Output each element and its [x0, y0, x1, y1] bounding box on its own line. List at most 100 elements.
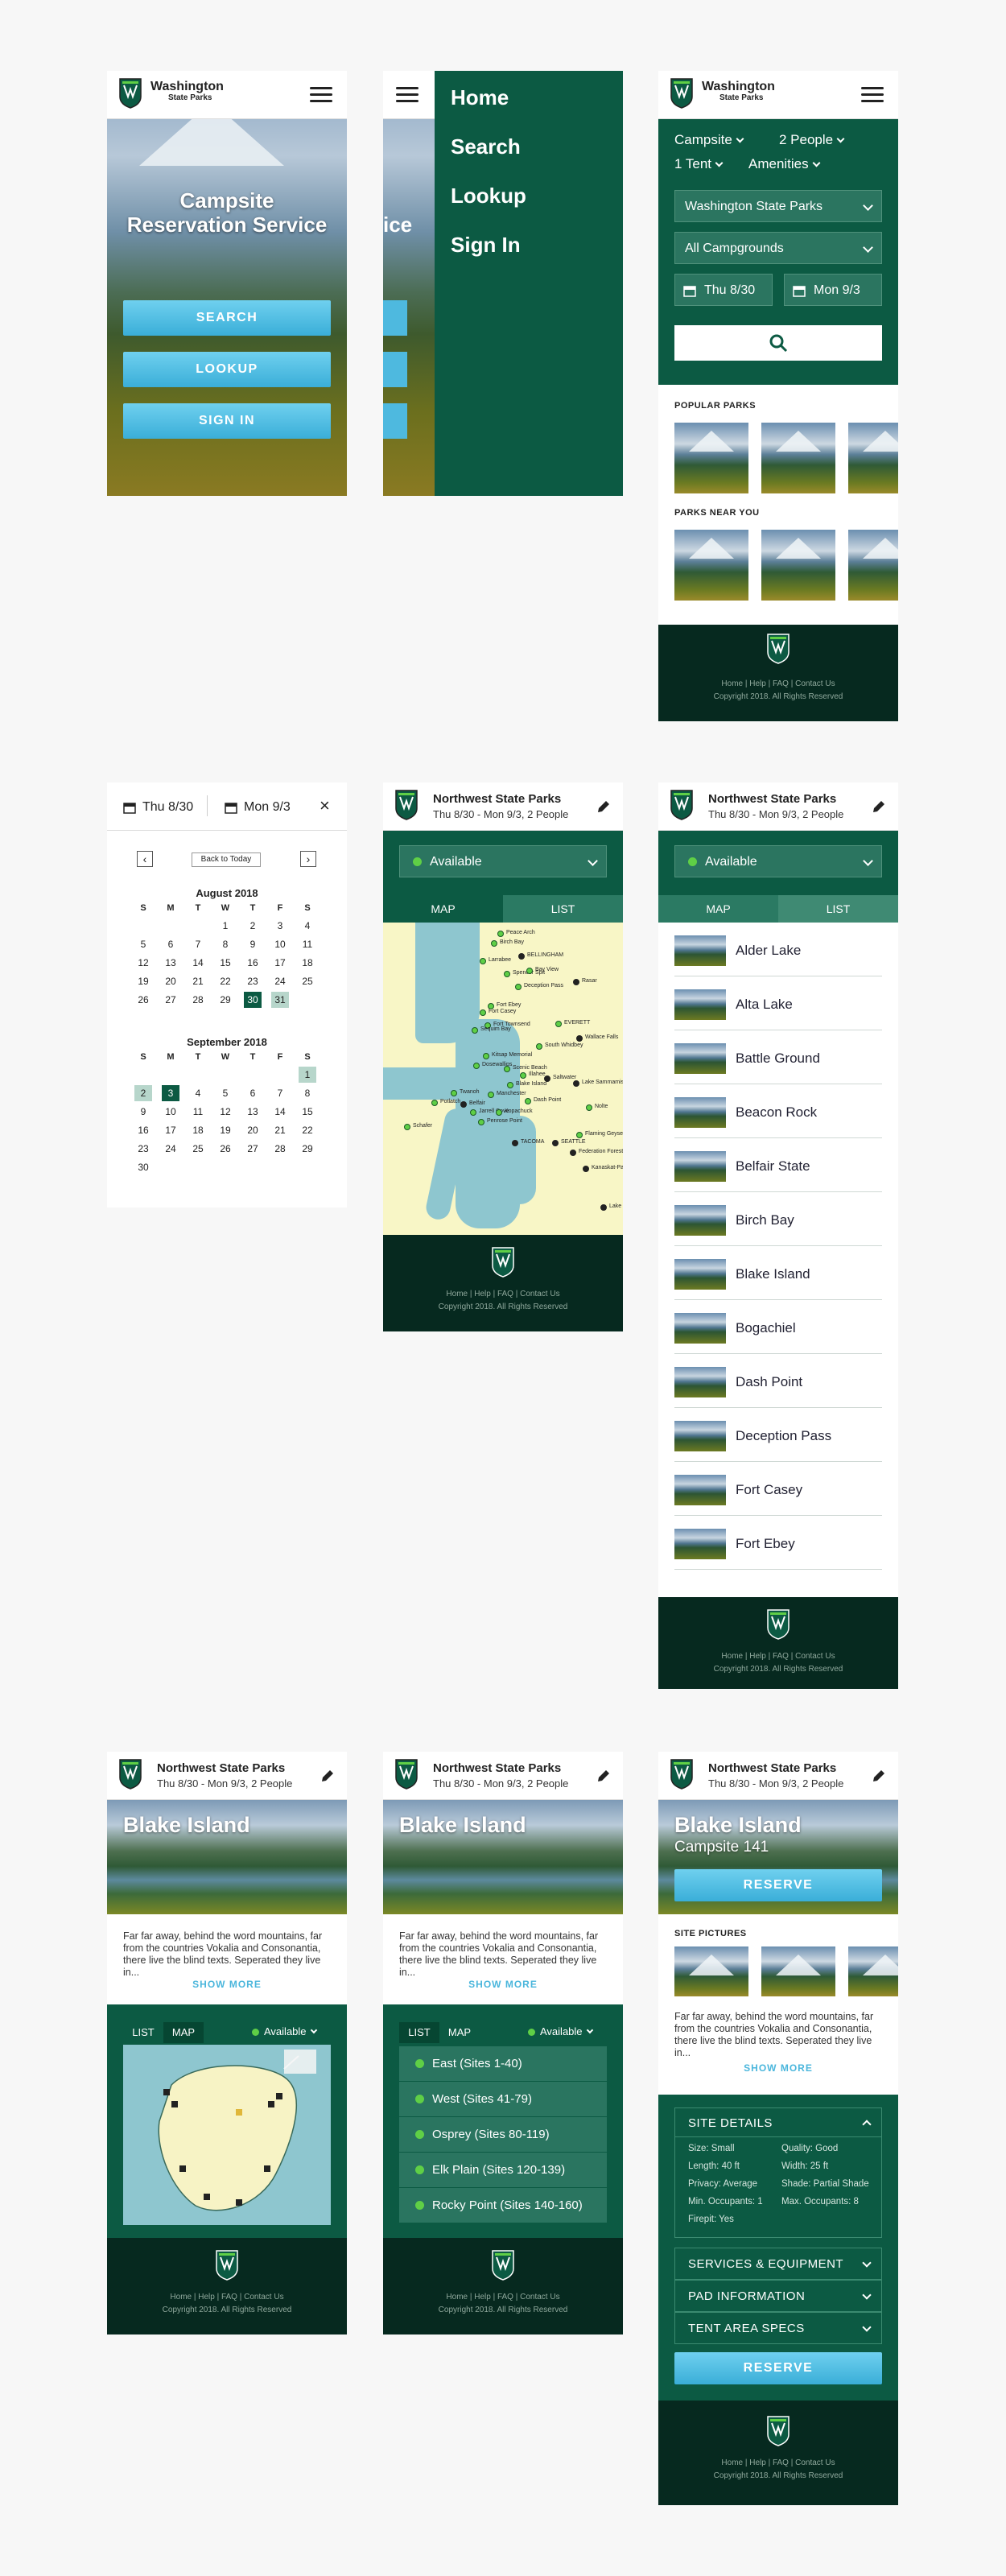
park-thumbnail[interactable]: [761, 423, 835, 493]
park-list-item[interactable]: Birch Bay: [674, 1192, 882, 1246]
campsite-marker[interactable]: [204, 2194, 210, 2200]
calendar-day[interactable]: 7: [271, 1085, 289, 1101]
calendar-day[interactable]: 29: [299, 1141, 316, 1157]
calendar-day[interactable]: 31: [271, 992, 289, 1008]
calendar-day[interactable]: 3: [271, 918, 289, 934]
calendar-day[interactable]: 29: [216, 992, 234, 1008]
map-marker[interactable]: [504, 1066, 510, 1072]
footer-links[interactable]: Home | Help | FAQ | Contact Us: [107, 2293, 347, 2301]
campground-area-item[interactable]: Rocky Point (Sites 140-160): [399, 2188, 607, 2223]
campground-area-item[interactable]: West (Sites 41-79): [399, 2082, 607, 2117]
park-thumbnail[interactable]: [848, 423, 898, 493]
map-marker[interactable]: [555, 1021, 562, 1027]
tab-list[interactable]: LIST: [123, 2022, 163, 2043]
site-details-toggle[interactable]: SITE DETAILS: [675, 2108, 881, 2137]
calendar-day[interactable]: 6: [244, 1085, 262, 1101]
tab-map[interactable]: MAP: [658, 895, 778, 923]
park-list-item[interactable]: Bogachiel: [674, 1300, 882, 1354]
calendar-day[interactable]: 9: [244, 936, 262, 952]
map-marker[interactable]: [491, 940, 497, 947]
map-marker[interactable]: [520, 1072, 526, 1079]
park-list-item[interactable]: Beacon Rock: [674, 1084, 882, 1138]
pencil-icon[interactable]: [596, 1768, 612, 1784]
map-marker[interactable]: [478, 1119, 484, 1125]
back-to-today-button[interactable]: Back to Today: [192, 852, 261, 867]
calendar-day[interactable]: 20: [162, 973, 179, 989]
campsite-marker[interactable]: [276, 2093, 282, 2099]
campground-select[interactable]: All Campgrounds: [674, 232, 882, 264]
calendar-day[interactable]: 4: [189, 1085, 207, 1101]
map-marker[interactable]: [536, 1043, 542, 1050]
availability-filter[interactable]: Available: [528, 2025, 593, 2037]
map-marker[interactable]: [473, 1063, 480, 1069]
calendar-day[interactable]: 19: [216, 1122, 234, 1138]
calendar-day[interactable]: 1: [299, 1067, 316, 1083]
menu-item-sign-in[interactable]: Sign In: [451, 233, 521, 258]
park-list-item[interactable]: Deception Pass: [674, 1408, 882, 1462]
reserve-button-top[interactable]: RESERVE: [674, 1869, 882, 1901]
search-submit-button[interactable]: [674, 325, 882, 361]
hamburger-menu-icon[interactable]: [396, 87, 418, 103]
map-marker[interactable]: [451, 1090, 457, 1096]
park-list-item[interactable]: Dash Point: [674, 1354, 882, 1408]
calendar-day[interactable]: 16: [134, 1122, 152, 1138]
calendar-day[interactable]: 28: [271, 1141, 289, 1157]
map-marker[interactable]: [480, 1009, 486, 1016]
map-marker[interactable]: [573, 1080, 579, 1087]
calendar-day[interactable]: 17: [271, 955, 289, 971]
calendar-day[interactable]: 26: [216, 1141, 234, 1157]
date-in-field[interactable]: Thu 8/30: [674, 274, 773, 306]
calendar-day[interactable]: 8: [216, 936, 234, 952]
tab-map[interactable]: MAP: [163, 2022, 204, 2043]
park-thumbnail[interactable]: [674, 530, 748, 601]
availability-select[interactable]: Available: [399, 845, 607, 877]
map-marker[interactable]: [570, 1150, 576, 1156]
footer-links[interactable]: Home | Help | FAQ | Contact Us: [658, 2458, 898, 2467]
calendar-day[interactable]: 4: [299, 918, 316, 934]
calendar-day[interactable]: 12: [134, 955, 152, 971]
map-marker[interactable]: [600, 1204, 607, 1211]
campsite-marker[interactable]: [236, 2109, 242, 2116]
campsite-marker[interactable]: [163, 2089, 170, 2095]
calendar-day[interactable]: 18: [189, 1122, 207, 1138]
services-equipment-section[interactable]: SERVICES & EQUIPMENT: [674, 2248, 882, 2280]
pencil-icon[interactable]: [871, 1768, 887, 1784]
calendar-day[interactable]: 13: [244, 1104, 262, 1120]
tent-dropdown[interactable]: 1 Tent: [674, 156, 724, 172]
map-marker[interactable]: [576, 1132, 583, 1138]
calendar-day[interactable]: 27: [162, 992, 179, 1008]
map-marker[interactable]: [576, 1035, 583, 1042]
map-marker[interactable]: [526, 968, 533, 974]
map-marker[interactable]: [472, 1027, 478, 1034]
calendar-day[interactable]: 15: [299, 1104, 316, 1120]
calendar-day[interactable]: 2: [244, 918, 262, 934]
park-list-item[interactable]: Alder Lake: [674, 923, 882, 976]
campsite-marker[interactable]: [179, 2165, 186, 2172]
menu-item-search[interactable]: Search: [451, 134, 521, 159]
park-list-item[interactable]: Belfair State: [674, 1138, 882, 1192]
search-button[interactable]: SEARCH: [123, 300, 331, 336]
calendar-day[interactable]: 1: [216, 918, 234, 934]
date-out-field[interactable]: Mon 9/3: [784, 274, 882, 306]
calendar-day[interactable]: 19: [134, 973, 152, 989]
calendar-day[interactable]: 7: [189, 936, 207, 952]
date-in-value[interactable]: Thu 8/30: [142, 800, 193, 815]
close-icon[interactable]: ×: [320, 795, 330, 816]
site-picture[interactable]: [674, 1946, 748, 1996]
sign-in-button[interactable]: SIGN IN: [123, 403, 331, 439]
map-marker[interactable]: [583, 1166, 589, 1172]
footer-links[interactable]: Home | Help | FAQ | Contact Us: [658, 679, 898, 688]
calendar-day[interactable]: 20: [244, 1122, 262, 1138]
calendar-day[interactable]: 21: [189, 973, 207, 989]
date-out-value[interactable]: Mon 9/3: [244, 800, 291, 815]
calendar-day[interactable]: 30: [244, 992, 262, 1008]
map-marker[interactable]: [544, 1075, 550, 1082]
calendar-day[interactable]: 21: [271, 1122, 289, 1138]
calendar-day[interactable]: 25: [189, 1141, 207, 1157]
calendar-day[interactable]: 11: [299, 936, 316, 952]
map-marker[interactable]: [431, 1100, 438, 1106]
calendar-day[interactable]: 23: [134, 1141, 152, 1157]
calendar-day[interactable]: 5: [216, 1085, 234, 1101]
park-list-item[interactable]: Fort Casey: [674, 1462, 882, 1516]
tab-list[interactable]: LIST: [503, 895, 623, 923]
